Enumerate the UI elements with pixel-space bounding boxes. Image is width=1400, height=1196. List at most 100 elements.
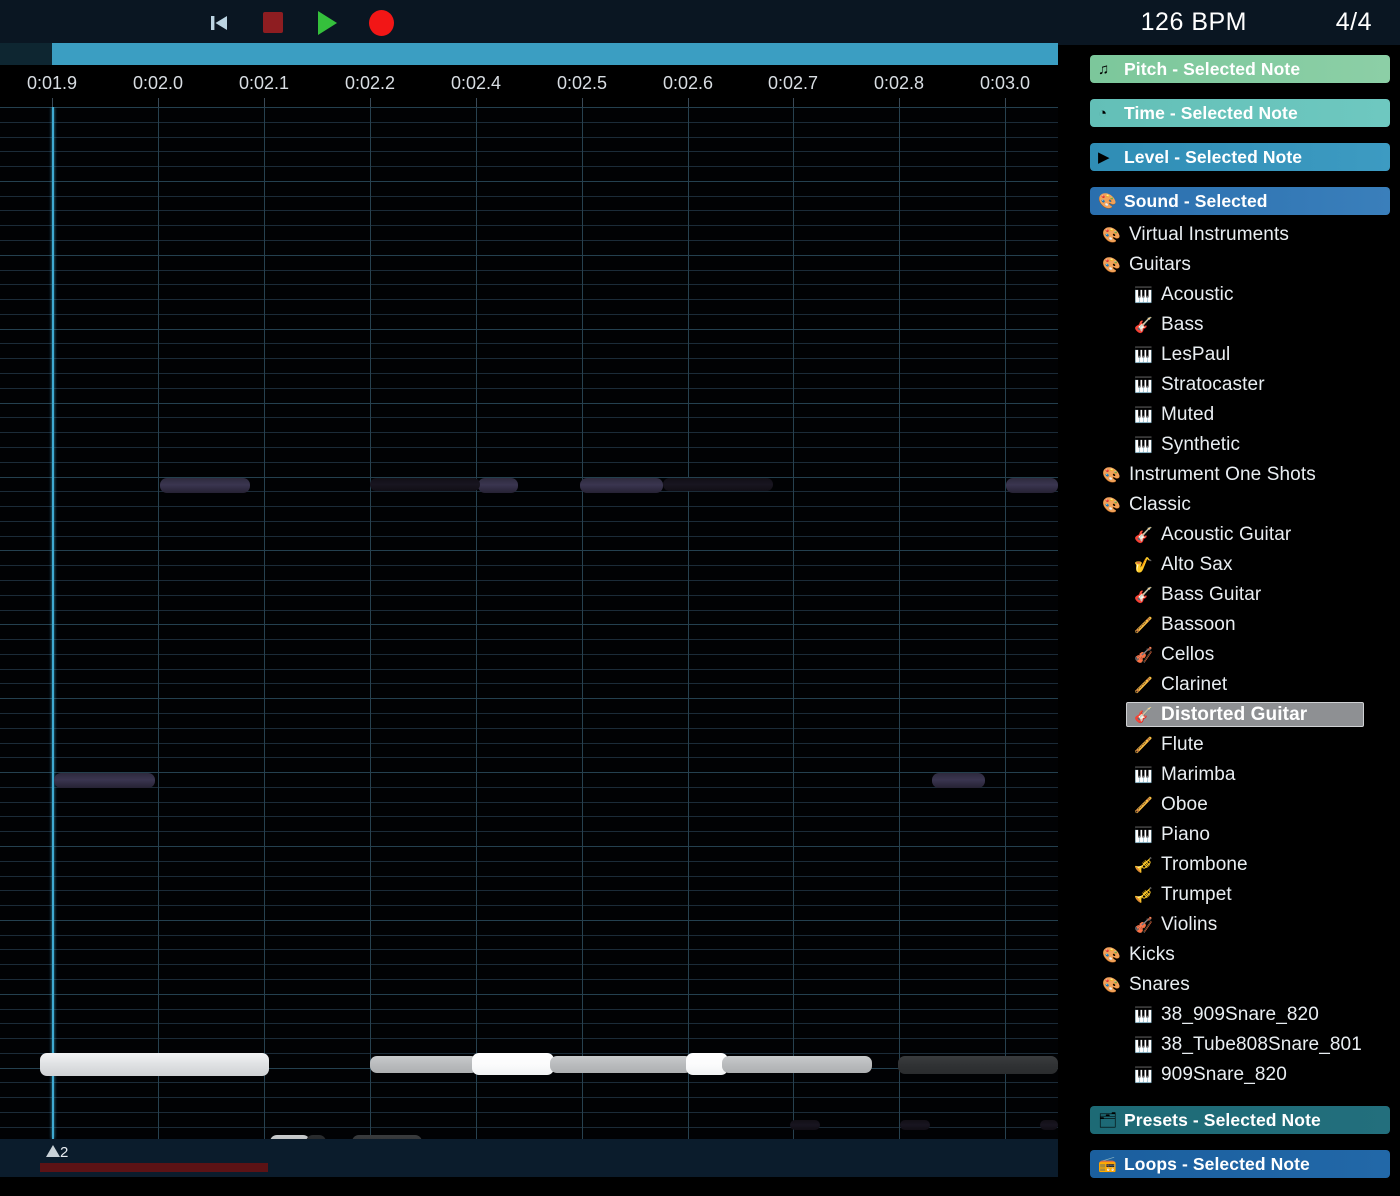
- ruler-tick-mark: [158, 98, 159, 107]
- tree-item-acoustic-guitar[interactable]: 🎸 Acoustic Guitar: [1058, 520, 1400, 550]
- ruler-tick-label: 0:02.5: [556, 73, 608, 93]
- tree-item-kicks[interactable]: 🎨 Kicks: [1058, 940, 1400, 970]
- midi-note[interactable]: [932, 773, 985, 788]
- record-button[interactable]: [367, 9, 395, 37]
- tree-item-oboe[interactable]: 🪈 Oboe: [1058, 790, 1400, 820]
- marker-strip[interactable]: 2: [0, 1139, 1058, 1177]
- tree-item-violins[interactable]: 🎻 Violins: [1058, 910, 1400, 940]
- tree-item-bass[interactable]: 🎸 Bass: [1058, 310, 1400, 340]
- tree-item-label: Synthetic: [1161, 434, 1241, 455]
- midi-note[interactable]: [40, 1053, 269, 1076]
- tree-item-guitars[interactable]: 🎨 Guitars: [1058, 250, 1400, 280]
- ruler-tick-mark: [899, 98, 900, 107]
- grid-line-vertical: [582, 107, 583, 1139]
- tree-item-trombone[interactable]: 🎺 Trombone: [1058, 850, 1400, 880]
- midi-note[interactable]: [370, 1056, 478, 1073]
- tree-item-cellos[interactable]: 🎻 Cellos: [1058, 640, 1400, 670]
- tree-item-stratocaster[interactable]: 🎹 Stratocaster: [1058, 370, 1400, 400]
- tree-item-alto-sax[interactable]: 🎷 Alto Sax: [1058, 550, 1400, 580]
- time-signature-display[interactable]: 4/4: [1336, 8, 1372, 37]
- midi-note[interactable]: [160, 478, 250, 493]
- trumpet-icon: 🎺: [1134, 856, 1153, 874]
- grid-line-vertical: [264, 107, 265, 1139]
- grid-line-vertical: [370, 107, 371, 1139]
- rewind-to-start-button[interactable]: [205, 9, 233, 37]
- ruler-tick-label: 0:02.0: [132, 73, 184, 93]
- tree-item-muted[interactable]: 🎹 Muted: [1058, 400, 1400, 430]
- tree-item-distorted-guitar[interactable]: 🎸 Distorted Guitar: [1058, 700, 1400, 730]
- instrument-tree[interactable]: 🎨 Virtual Instruments 🎨 Guitars 🎹 Acoustic 🎸 Ba…: [1058, 220, 1400, 1090]
- palette-icon: 🎨: [1102, 226, 1121, 244]
- loop-marker-icon[interactable]: [46, 1145, 60, 1157]
- stop-button[interactable]: [259, 9, 287, 37]
- ruler-tick-mark: [582, 98, 583, 107]
- category-button-loops[interactable]: 📻 Loops - Selected Note: [1090, 1150, 1390, 1178]
- tree-item-piano[interactable]: 🎹 Piano: [1058, 820, 1400, 850]
- tree-item-label: Snares: [1129, 974, 1190, 995]
- tree-item-label: Marimba: [1161, 764, 1236, 785]
- violin-icon: 🎻: [1134, 646, 1153, 664]
- palette-icon: 🎨: [1102, 946, 1121, 964]
- ruler-tick-label: 0:02.4: [450, 73, 502, 93]
- ruler-tick-mark: [52, 98, 53, 107]
- tree-item-label: Classic: [1129, 494, 1191, 515]
- tree-item-trumpet[interactable]: 🎺 Trumpet: [1058, 880, 1400, 910]
- tree-item-snares[interactable]: 🎨 Snares: [1058, 970, 1400, 1000]
- category-label: Loops - Selected Note: [1124, 1153, 1310, 1174]
- time-ruler[interactable]: 0:01.9 0:02.0 0:02.1 0:02.2 0:02.4 0:02.5 0:02…: [0, 65, 1058, 107]
- tree-item-lespaul[interactable]: 🎹 LesPaul: [1058, 340, 1400, 370]
- tree-item-38-909snare-820[interactable]: 🎹 38_909Snare_820: [1058, 1000, 1400, 1030]
- category-button-presets[interactable]: 🗂 Presets - Selected Note: [1090, 1106, 1390, 1134]
- category-button-level[interactable]: ▶ Level - Selected Note: [1090, 143, 1390, 171]
- tree-item-label: 38_Tube808Snare_801: [1161, 1034, 1362, 1055]
- category-button-pitch[interactable]: ♫ Pitch - Selected Note: [1090, 55, 1390, 83]
- piano-roll-grid[interactable]: [0, 107, 1058, 1139]
- tree-item-flute[interactable]: 🪈 Flute: [1058, 730, 1400, 760]
- tree-item-38-tube808snare-801[interactable]: 🎹 38_Tube808Snare_801: [1058, 1030, 1400, 1060]
- woodwind-icon: 🪈: [1134, 796, 1153, 814]
- timeline-scrollbar[interactable]: [0, 43, 1058, 65]
- playhead[interactable]: [52, 107, 54, 1139]
- rewind-icon: [211, 15, 227, 30]
- woodwind-icon: 🪈: [1134, 676, 1153, 694]
- tree-item-label: 38_909Snare_820: [1161, 1004, 1319, 1025]
- tempo-display[interactable]: 126 BPM: [1141, 8, 1247, 37]
- midi-note[interactable]: [472, 1053, 554, 1075]
- keyboard-icon: 🎹: [1134, 376, 1153, 394]
- midi-note[interactable]: [900, 1120, 930, 1130]
- clock-icon: ◔: [1098, 104, 1108, 122]
- tree-item-clarinet[interactable]: 🪈 Clarinet: [1058, 670, 1400, 700]
- midi-note[interactable]: [370, 478, 480, 491]
- tree-item-label: LesPaul: [1161, 344, 1231, 365]
- midi-note[interactable]: [663, 478, 773, 491]
- tree-item-classic[interactable]: 🎨 Classic: [1058, 490, 1400, 520]
- tree-item-virtual-instruments[interactable]: 🎨 Virtual Instruments: [1058, 220, 1400, 250]
- midi-note[interactable]: [790, 1120, 820, 1130]
- tree-item-acoustic[interactable]: 🎹 Acoustic: [1058, 280, 1400, 310]
- tree-item-instrument-one-shots[interactable]: 🎨 Instrument One Shots: [1058, 460, 1400, 490]
- tree-item-bass-guitar[interactable]: 🎸 Bass Guitar: [1058, 580, 1400, 610]
- midi-note[interactable]: [722, 1056, 872, 1073]
- midi-note[interactable]: [898, 1056, 1058, 1074]
- piano-icon: 🎹: [1134, 826, 1153, 844]
- midi-note[interactable]: [1040, 1120, 1058, 1130]
- tree-item-bassoon[interactable]: 🪈 Bassoon: [1058, 610, 1400, 640]
- tree-item-synthetic[interactable]: 🎹 Synthetic: [1058, 430, 1400, 460]
- midi-note[interactable]: [550, 1056, 692, 1073]
- tree-item-909snare-820[interactable]: 🎹 909Snare_820: [1058, 1060, 1400, 1090]
- midi-note[interactable]: [54, 773, 155, 788]
- timeline-scrollbar-thumb[interactable]: [52, 43, 1058, 65]
- category-button-time[interactable]: ◔ Time - Selected Note: [1090, 99, 1390, 127]
- tree-item-label: Kicks: [1129, 944, 1175, 965]
- tree-item-label: Piano: [1161, 824, 1211, 845]
- play-button[interactable]: [313, 9, 341, 37]
- category-button-sound[interactable]: 🎨 Sound - Selected: [1090, 187, 1390, 215]
- ruler-tick-mark: [476, 98, 477, 107]
- midi-note[interactable]: [580, 478, 663, 493]
- midi-note[interactable]: [1006, 478, 1058, 493]
- marker-region-bar[interactable]: [40, 1163, 268, 1172]
- tree-item-marimba[interactable]: 🎹 Marimba: [1058, 760, 1400, 790]
- tree-item-label: Violins: [1161, 914, 1218, 935]
- midi-note[interactable]: [478, 478, 518, 493]
- woodwind-icon: 🪈: [1134, 616, 1153, 634]
